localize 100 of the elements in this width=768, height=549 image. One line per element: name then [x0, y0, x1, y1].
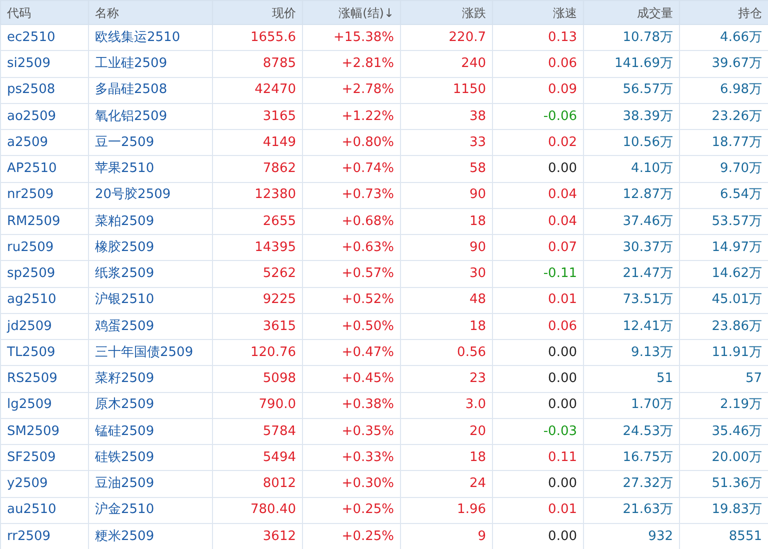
speed-cell: 0.04 — [492, 182, 584, 208]
percent-change-cell: +0.52% — [302, 287, 400, 314]
volume-cell: 12.87万 — [584, 182, 680, 208]
name-cell: 多晶硅2508 — [88, 77, 212, 104]
name-cell: 豆一2509 — [88, 130, 212, 156]
change-cell: 90 — [400, 234, 492, 261]
column-header[interactable]: 涨幅(结)↓ — [302, 0, 400, 24]
code-cell: RS2509 — [0, 366, 88, 392]
speed-cell: 0.00 — [492, 366, 584, 392]
percent-change-cell: +0.57% — [302, 260, 400, 287]
price-cell: 12380 — [212, 182, 302, 208]
volume-cell: 56.57万 — [584, 77, 680, 104]
volume-cell: 1.70万 — [584, 392, 680, 418]
code-cell: SM2509 — [0, 418, 88, 444]
column-header[interactable]: 名称 — [88, 0, 212, 24]
code-cell: ps2508 — [0, 77, 88, 104]
price-cell: 5494 — [212, 444, 302, 471]
change-cell: 1.96 — [400, 497, 492, 524]
name-cell: 硅铁2509 — [88, 444, 212, 471]
column-header[interactable]: 代码 — [0, 0, 88, 24]
price-cell: 14395 — [212, 234, 302, 261]
change-cell: 18 — [400, 208, 492, 234]
change-cell: 38 — [400, 103, 492, 130]
price-cell: 790.0 — [212, 392, 302, 418]
volume-cell: 30.37万 — [584, 234, 680, 261]
speed-cell: 0.06 — [492, 313, 584, 340]
code-cell: a2509 — [0, 130, 88, 156]
change-cell: 240 — [400, 50, 492, 77]
price-cell: 3165 — [212, 103, 302, 130]
price-cell: 8012 — [212, 470, 302, 497]
code-cell: SF2509 — [0, 444, 88, 471]
price-cell: 780.40 — [212, 497, 302, 524]
change-cell: 23 — [400, 366, 492, 392]
percent-change-cell: +0.35% — [302, 418, 400, 444]
price-cell: 8785 — [212, 50, 302, 77]
column-header[interactable]: 持仓 — [680, 0, 768, 24]
name-cell: 菜粕2509 — [88, 208, 212, 234]
name-cell: 苹果2510 — [88, 156, 212, 182]
percent-change-cell: +0.50% — [302, 313, 400, 340]
column-header[interactable]: 涨跌 — [400, 0, 492, 24]
percent-change-cell: +1.22% — [302, 103, 400, 130]
name-cell: 纸浆2509 — [88, 260, 212, 287]
name-cell: 氧化铝2509 — [88, 103, 212, 130]
percent-change-cell: +0.73% — [302, 182, 400, 208]
speed-cell: 0.04 — [492, 208, 584, 234]
volume-cell: 10.78万 — [584, 24, 680, 51]
column-header[interactable]: 现价 — [212, 0, 302, 24]
name-cell: 锰硅2509 — [88, 418, 212, 444]
volume-cell: 141.69万 — [584, 50, 680, 77]
change-cell: 90 — [400, 182, 492, 208]
speed-cell: 0.11 — [492, 444, 584, 471]
name-cell: 沪银2510 — [88, 287, 212, 314]
name-cell: 鸡蛋2509 — [88, 313, 212, 340]
code-cell: TL2509 — [0, 340, 88, 366]
percent-change-cell: +0.80% — [302, 130, 400, 156]
price-cell: 1655.6 — [212, 24, 302, 51]
volume-cell: 10.56万 — [584, 130, 680, 156]
code-cell: ao2509 — [0, 103, 88, 130]
change-cell: 220.7 — [400, 24, 492, 51]
speed-cell: -0.11 — [492, 260, 584, 287]
change-cell: 48 — [400, 287, 492, 314]
price-cell: 7862 — [212, 156, 302, 182]
code-cell: AP2510 — [0, 156, 88, 182]
price-cell: 9225 — [212, 287, 302, 314]
speed-cell: 0.06 — [492, 50, 584, 77]
price-cell: 5098 — [212, 366, 302, 392]
percent-change-cell: +0.25% — [302, 497, 400, 524]
column-header[interactable]: 涨速 — [492, 0, 584, 24]
price-cell: 5784 — [212, 418, 302, 444]
code-cell: au2510 — [0, 497, 88, 524]
volume-cell: 27.32万 — [584, 470, 680, 497]
percent-change-cell: +2.81% — [302, 50, 400, 77]
percent-change-cell: +0.74% — [302, 156, 400, 182]
speed-cell: 0.09 — [492, 77, 584, 104]
speed-cell: 0.00 — [492, 340, 584, 366]
code-cell: ru2509 — [0, 234, 88, 261]
code-cell: rr2509 — [0, 523, 88, 549]
change-cell: 24 — [400, 470, 492, 497]
name-cell: 橡胶2509 — [88, 234, 212, 261]
percent-change-cell: +0.33% — [302, 444, 400, 471]
volume-cell: 16.75万 — [584, 444, 680, 471]
change-cell: 18 — [400, 444, 492, 471]
volume-cell: 51 — [584, 366, 680, 392]
percent-change-cell: +2.78% — [302, 77, 400, 104]
price-cell: 3615 — [212, 313, 302, 340]
volume-cell: 12.41万 — [584, 313, 680, 340]
percent-change-cell: +0.47% — [302, 340, 400, 366]
change-cell: 3.0 — [400, 392, 492, 418]
price-cell: 4149 — [212, 130, 302, 156]
name-cell: 菜籽2509 — [88, 366, 212, 392]
code-cell: si2509 — [0, 50, 88, 77]
percent-change-cell: +0.45% — [302, 366, 400, 392]
speed-cell: 0.07 — [492, 234, 584, 261]
column-header[interactable]: 成交量 — [584, 0, 680, 24]
speed-cell: -0.03 — [492, 418, 584, 444]
volume-cell: 21.47万 — [584, 260, 680, 287]
percent-change-cell: +0.63% — [302, 234, 400, 261]
code-cell: ag2510 — [0, 287, 88, 314]
change-cell: 58 — [400, 156, 492, 182]
code-cell: nr2509 — [0, 182, 88, 208]
